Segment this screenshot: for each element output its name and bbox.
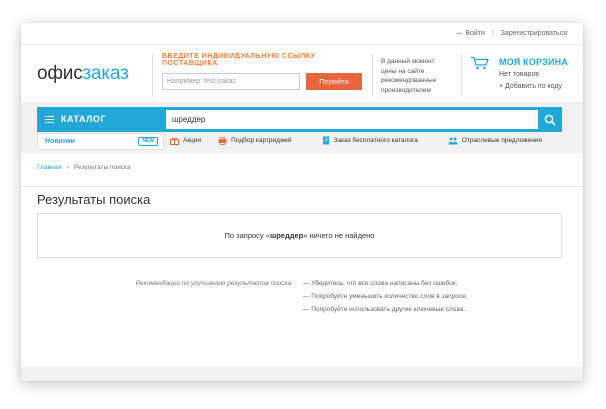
header-divider — [461, 54, 462, 97]
link-label: Подбор картриджей — [231, 137, 292, 144]
price-hint-line: цены на сайте — [381, 67, 425, 75]
result-query: шреддер — [269, 231, 304, 240]
new-items-link[interactable]: Новинки NEW — [37, 133, 164, 150]
catalog-book-icon — [322, 136, 329, 145]
breadcrumb: Главная › Результаты поиска — [37, 164, 131, 171]
header-divider — [372, 54, 373, 97]
promo-links: Акции Подбор картриджей Заказ бесплатног… — [170, 136, 542, 145]
cart-status: Нет товаров — [499, 71, 539, 78]
supplier-input[interactable]: Например: test-zakaz — [162, 73, 300, 90]
new-badge: NEW — [138, 137, 158, 146]
search-icon — [544, 114, 556, 126]
recommendations-label: Рекомендации по улучшению результатов по… — [135, 280, 293, 287]
register-link[interactable]: Зарегистрироваться — [501, 30, 567, 37]
menu-icon — [45, 116, 54, 123]
header-divider — [152, 54, 153, 97]
login-label: Войти — [465, 30, 485, 37]
link-label: Отраслевые предложения — [461, 137, 542, 144]
cart-icon — [471, 56, 489, 70]
gift-icon — [170, 137, 179, 145]
supplier-title: Введите индивидуальную ссылку поставщика — [162, 53, 316, 67]
search-button[interactable] — [538, 107, 562, 132]
link-promotions[interactable]: Акции — [170, 137, 201, 145]
login-link[interactable]: ⊸ Войти — [456, 29, 485, 38]
browser-frame: ⊸ Войти | Зарегистрироваться офисзаказ В… — [21, 23, 583, 381]
result-prefix: По запросу « — [224, 231, 270, 240]
footer-strip — [21, 367, 583, 381]
price-hint: В данный момент цены на сайте рекомендов… — [381, 57, 455, 95]
link-cartridge-finder[interactable]: Подбор картриджей — [218, 136, 292, 145]
catalog-button[interactable]: КАТАЛОГ — [37, 107, 164, 132]
catalog-label: КАТАЛОГ — [61, 114, 107, 124]
search-band: КАТАЛОГ Новинки NEW шреддер Акции Подбор… — [21, 103, 583, 187]
add-by-code-link[interactable]: + Добавить по коду — [499, 83, 562, 90]
site-logo[interactable]: офисзаказ — [37, 63, 129, 85]
price-hint-line: В данный момент — [381, 58, 435, 65]
chevron-right-icon: › — [66, 164, 69, 171]
recommendation-item: — Убедитесь, что все слова написаны без … — [303, 280, 458, 287]
recommendation-item: — Попробуйте уменьшить количество слов в… — [303, 293, 468, 300]
search-input[interactable]: шреддер — [166, 110, 538, 129]
supplier-link-form: Введите индивидуальную ссылку поставщика… — [162, 53, 366, 90]
logo-part-1: офис — [37, 63, 83, 84]
no-results-box: По запросу «шреддер» ничего не найдено — [37, 213, 562, 258]
key-icon: ⊸ — [455, 29, 463, 38]
supplier-go-button[interactable]: Перейти — [306, 73, 362, 90]
breadcrumb-current: Результаты поиска — [73, 164, 131, 171]
site-header: офисзаказ Введите индивидуальную ссылку … — [21, 45, 583, 103]
new-items-label: Новинки — [45, 138, 75, 145]
search-bar: шреддер — [163, 107, 562, 132]
recommendation-item: — Попробуйте использовать другие ключевы… — [303, 306, 466, 313]
link-label: Акции — [183, 137, 202, 144]
result-suffix: » ничего не найдено — [303, 231, 375, 240]
link-label: Заказ бесплатного каталога — [333, 137, 418, 144]
logo-part-2: заказ — [82, 63, 129, 84]
page-title: Результаты поиска — [37, 192, 151, 207]
link-industry-offers[interactable]: Отраслевые предложения — [448, 137, 542, 145]
auth-separator: | — [491, 30, 494, 37]
people-icon — [448, 137, 458, 144]
link-free-catalog[interactable]: Заказ бесплатного каталога — [322, 136, 418, 145]
price-hint-line: производителем — [381, 86, 431, 94]
auth-bar: ⊸ Войти | Зарегистрироваться — [21, 23, 583, 45]
cart-title[interactable]: МОЯ КОРЗИНА — [499, 57, 568, 67]
breadcrumb-home[interactable]: Главная — [37, 164, 62, 171]
price-hint-line: рекомендованные — [381, 77, 437, 84]
printer-icon — [218, 136, 227, 145]
